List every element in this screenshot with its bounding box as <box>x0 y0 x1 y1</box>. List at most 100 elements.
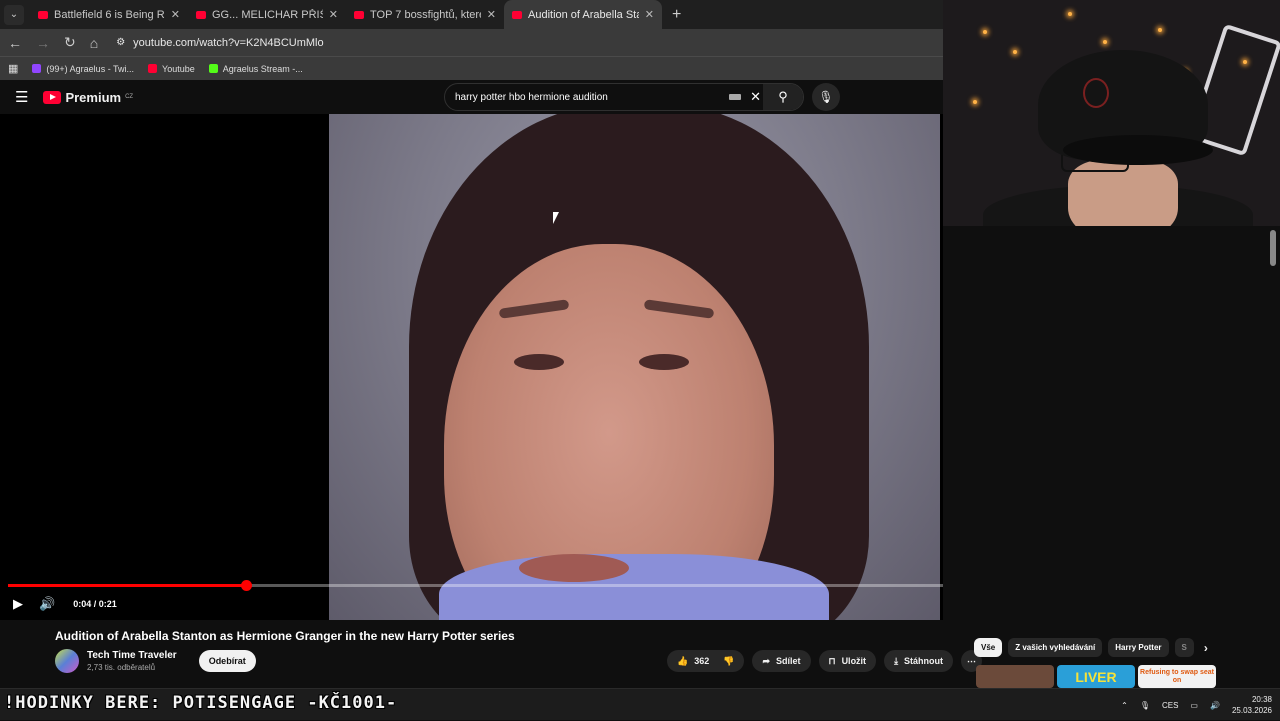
clear-search-icon[interactable]: ✕ <box>750 89 761 105</box>
browser-tab-strip: ⌄ Battlefield 6 is Being Ruined By ✕ GG..… <box>0 0 944 29</box>
tab-title: Audition of Arabella Stanton as <box>528 8 639 21</box>
logo-region: CZ <box>125 94 134 100</box>
like-count: 362 <box>694 656 710 666</box>
scrubber-handle[interactable] <box>241 580 253 591</box>
channel-row: Tech Time Traveler 2,73 tis. odběratelů … <box>55 649 256 673</box>
reload-icon[interactable]: ↻ <box>64 34 76 51</box>
close-tab-icon[interactable]: ✕ <box>645 8 654 21</box>
bookmark-label: Agraelus Stream -... <box>222 63 303 74</box>
related-thumbnail[interactable] <box>976 665 1054 688</box>
chip-all[interactable]: Vše <box>974 638 1003 657</box>
progress-fill <box>8 584 247 587</box>
thumbs-down-icon[interactable]: 👎 <box>723 656 734 667</box>
video-info-section: Audition of Arabella Stanton as Hermione… <box>0 620 1280 688</box>
download-button[interactable]: ⤓ Stáhnout <box>884 650 954 672</box>
bookmarks-bar: ▦ (99+) Agraelus - Twi... Youtube Agrael… <box>0 56 944 80</box>
bookmark-twitch[interactable]: (99+) Agraelus - Twi... <box>32 64 134 74</box>
home-icon[interactable]: ⌂ <box>90 35 98 51</box>
bookmark-youtube[interactable]: Youtube <box>148 64 195 74</box>
tab-title: Battlefield 6 is Being Ruined By <box>54 8 165 21</box>
apps-grid-icon[interactable]: ▦ <box>8 62 18 75</box>
search-input[interactable]: harry potter hbo hermione audition ✕ ⚲ <box>444 83 804 111</box>
address-bar-row: ← → ↻ ⌂ ⚙ youtube.com/watch?v=K2N4BCUmMl… <box>0 29 944 56</box>
download-icon: ⤓ <box>894 655 899 666</box>
close-tab-icon[interactable]: ✕ <box>487 8 496 21</box>
forward-icon[interactable]: → <box>36 35 50 51</box>
close-tab-icon[interactable]: ✕ <box>329 8 338 21</box>
url-text: youtube.com/watch?v=K2N4BCUmMlo <box>133 36 324 49</box>
youtube-favicon-icon <box>512 10 522 19</box>
language-indicator[interactable]: CES <box>1162 701 1178 710</box>
share-button[interactable]: ➦ Sdílet <box>752 650 811 672</box>
video-frame[interactable] <box>329 114 940 620</box>
string-light <box>983 30 987 34</box>
chevron-right-icon[interactable]: › <box>1204 641 1208 655</box>
voice-search-button[interactable]: 🎙 <box>812 83 840 111</box>
save-label: Uložit <box>841 656 867 666</box>
thumbs-up-icon: 👍 <box>677 655 689 666</box>
back-icon[interactable]: ← <box>8 35 22 51</box>
chip-more[interactable]: S <box>1174 638 1194 657</box>
video-eye-left <box>514 354 564 370</box>
subscriber-count: 2,73 tis. odběratelů <box>87 663 156 672</box>
bookmark-icon: ⊓ <box>828 655 836 666</box>
related-filter-chips: Vše Z vašich vyhledávání Harry Potter S … <box>974 638 1208 657</box>
chip-harry-potter[interactable]: Harry Potter <box>1108 638 1169 657</box>
video-player[interactable]: ▶ 🔊 0:04 / 0:21 ◐ ▭ ⚙ ▣ ⤢ <box>0 114 1263 620</box>
time-display: 0:04 / 0:21 <box>73 599 117 609</box>
video-eye-right <box>639 354 689 370</box>
stream-ticker: !HODINKY BERE: POTISENGAGE -KČ1001- <box>4 693 398 713</box>
bookmark-kick[interactable]: Agraelus Stream -... <box>208 63 303 74</box>
tab-search-icon[interactable]: ⌄ <box>4 4 24 25</box>
microphone-tray-icon[interactable]: 🎙 <box>1140 701 1150 710</box>
network-icon[interactable]: ▭ <box>1190 701 1198 710</box>
mouse-cursor-icon <box>553 212 565 224</box>
speaker-icon[interactable]: 🔊 <box>1210 701 1220 710</box>
string-light <box>1068 12 1072 16</box>
play-icon[interactable]: ▶ <box>13 596 23 612</box>
menu-icon[interactable]: ☰ <box>15 88 28 106</box>
related-thumbnail[interactable]: LIVER <box>1057 665 1135 688</box>
keyboard-icon[interactable] <box>729 94 741 100</box>
tray-chevron-icon[interactable]: ⌃ <box>1121 701 1128 710</box>
youtube-play-icon <box>43 90 62 104</box>
share-label: Sdílet <box>776 656 801 666</box>
new-tab-icon[interactable]: + <box>672 6 681 24</box>
logo-text: Premium <box>65 89 122 105</box>
related-thumbnail[interactable]: Refusing to swap seat on <box>1138 665 1216 688</box>
twitch-icon <box>32 64 42 73</box>
tab-title: TOP 7 bossfightů, které hraniči <box>370 8 481 21</box>
browser-tab[interactable]: Battlefield 6 is Being Ruined By ✕ <box>30 0 188 29</box>
browser-tab-active[interactable]: Audition of Arabella Stanton as ✕ <box>504 0 662 29</box>
webcam-overlay <box>943 0 1280 226</box>
bookmark-label: Youtube <box>162 63 195 74</box>
video-title: Audition of Arabella Stanton as Hermione… <box>55 629 515 643</box>
youtube-premium-logo[interactable]: Premium CZ <box>43 90 133 105</box>
system-clock[interactable]: 20:38 25.03.2026 <box>1232 694 1272 716</box>
more-icon: ⋯ <box>967 655 977 666</box>
system-tray: ⌃ 🎙 CES ▭ 🔊 20:38 25.03.2026 <box>1121 689 1280 721</box>
related-thumbnails: LIVER Refusing to swap seat on <box>976 665 1216 688</box>
chip-from-searches[interactable]: Z vašich vyhledávání <box>1008 638 1103 657</box>
youtube-icon <box>148 64 158 73</box>
bookmark-label: (99+) Agraelus - Twi... <box>46 63 135 74</box>
channel-name[interactable]: Tech Time Traveler <box>87 650 177 661</box>
youtube-header: ☰ Premium CZ harry potter hbo hermione a… <box>0 80 944 114</box>
right-sidebar <box>943 226 1280 620</box>
search-button[interactable]: ⚲ <box>763 84 803 110</box>
save-button[interactable]: ⊓ Uložit <box>818 650 877 672</box>
youtube-favicon-icon <box>38 10 48 19</box>
share-icon: ➦ <box>762 655 771 666</box>
browser-tab[interactable]: GG... MELICHAR PŘIŠEL O DALŠ ✕ <box>188 0 346 29</box>
site-info-icon[interactable]: ⚙ <box>116 37 125 48</box>
url-field[interactable]: ⚙ youtube.com/watch?v=K2N4BCUmMlo <box>116 37 323 49</box>
page-scrollbar[interactable] <box>1270 230 1276 266</box>
video-actions: 👍 362 👎 ➦ Sdílet ⊓ Uložit ⤓ Stáhnout ⋯ <box>667 650 983 672</box>
volume-icon[interactable]: 🔊 <box>39 596 55 612</box>
close-tab-icon[interactable]: ✕ <box>171 8 180 21</box>
channel-avatar[interactable] <box>55 649 79 673</box>
like-button[interactable]: 👍 362 👎 <box>667 650 745 672</box>
string-light <box>1158 28 1162 32</box>
subscribe-button[interactable]: Odebírat <box>198 650 256 672</box>
browser-tab[interactable]: TOP 7 bossfightů, které hraniči ✕ <box>346 0 504 29</box>
